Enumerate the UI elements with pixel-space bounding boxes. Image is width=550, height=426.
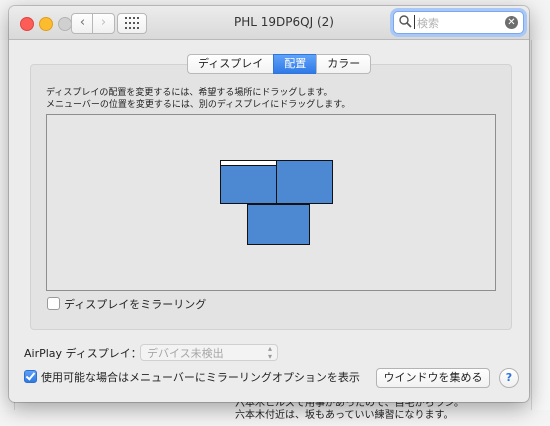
instruction-line: メニューバーの位置を変更するには、別のディスプレイにドラッグします。 [46,100,351,110]
mirror-displays-checkbox[interactable] [47,297,60,310]
background-text-line: 六本木付近は、坂もあっていい練習になります。 [235,410,454,421]
background-right-edge [531,40,550,410]
gather-windows-button[interactable]: ウインドウを集める [376,368,490,388]
arrangement-instructions: ディスプレイの配置を変更するには、希望する場所にドラッグします。 メニューバーの… [46,87,350,111]
tab-arrangement[interactable]: 配置 [273,54,317,74]
minimize-window-button[interactable] [39,17,53,31]
airplay-display-popup[interactable]: デバイス未検出 ▴ ▾ [140,344,278,361]
show-mirroring-options-checkbox[interactable] [24,370,37,383]
help-button[interactable]: ? [499,368,519,388]
display-preferences-window: ‹ › PHL 19DP6QJ (2) 検索 ✕ ディスプレイ 配置 カラー デ… [9,6,529,402]
text-cursor [414,15,415,29]
show-mirroring-options-label: 使用可能な場合はメニューバーにミラーリングオプションを表示 [41,371,360,384]
airplay-label: AirPlay ディスプレイ： [24,347,142,360]
tab-color[interactable]: カラー [316,54,372,74]
title-bar: ‹ › PHL 19DP6QJ (2) 検索 ✕ [9,6,529,40]
display-thumbnail[interactable] [276,160,333,204]
tab-display[interactable]: ディスプレイ [187,54,274,74]
instruction-line: ディスプレイの配置を変更するには、希望する場所にドラッグします。 [46,88,333,98]
grid-icon [125,17,139,29]
zoom-window-button[interactable] [58,17,72,31]
display-thumbnail-main[interactable] [220,160,277,204]
display-arrangement-area[interactable] [46,114,496,291]
close-window-button[interactable] [20,17,34,31]
window-title: PHL 19DP6QJ (2) [234,15,334,29]
tab-bar: ディスプレイ 配置 カラー [187,54,372,74]
search-field[interactable]: 検索 ✕ [393,11,524,34]
airplay-selected-value: デバイス未検出 [147,347,224,360]
mirror-displays-label: ディスプレイをミラーリング [64,298,207,311]
menu-bar-indicator[interactable] [221,161,276,166]
forward-button[interactable]: › [92,13,115,34]
back-button[interactable]: ‹ [71,13,94,34]
display-thumbnail[interactable] [247,204,310,245]
search-placeholder: 検索 [417,17,439,30]
show-all-button[interactable] [117,13,147,34]
clear-search-icon[interactable]: ✕ [505,16,518,29]
search-icon [399,15,412,28]
chevron-updown-icon: ▴ ▾ [267,344,272,361]
